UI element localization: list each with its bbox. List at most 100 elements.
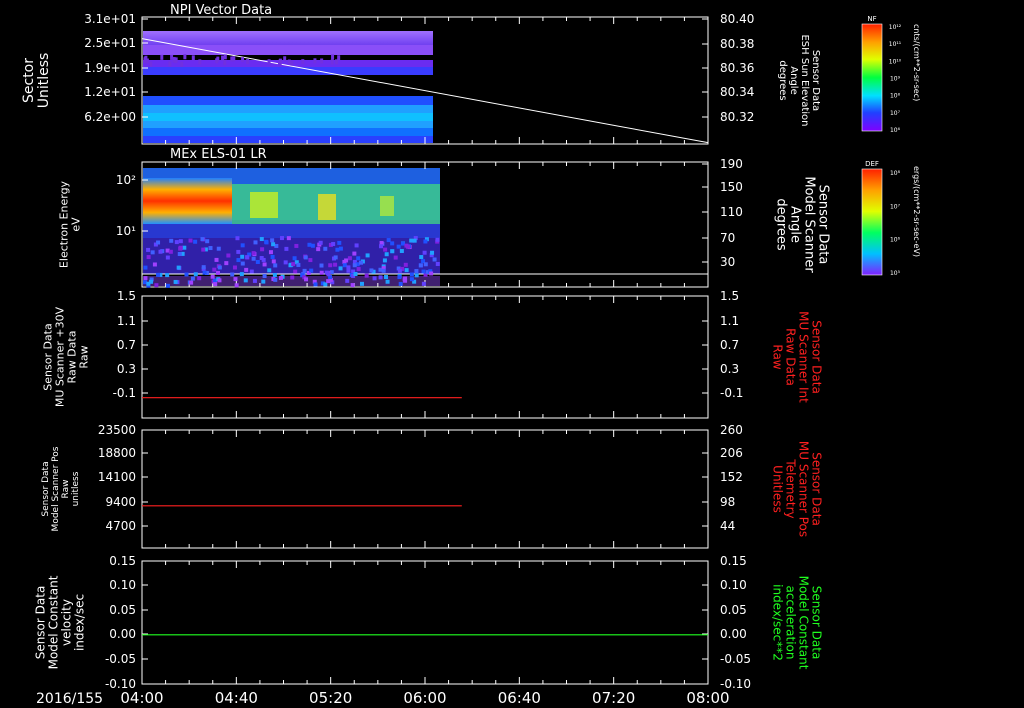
y-axis-label: Sensor Data Model Constant velocity index/s… xyxy=(34,575,87,669)
els-speckle xyxy=(356,267,361,272)
els-speckle xyxy=(412,238,417,243)
els-speckle xyxy=(384,275,389,280)
y2-tick-label: 0.7 xyxy=(720,338,739,352)
els-speckle xyxy=(313,282,318,287)
els-speckle xyxy=(414,273,419,278)
els-speckle xyxy=(262,274,267,279)
els-speckle xyxy=(178,246,183,251)
els-speckle xyxy=(158,249,163,254)
y-axis-label-line: eV xyxy=(70,217,83,232)
els-speckle xyxy=(333,262,338,267)
npi-speckle xyxy=(168,61,172,67)
els-speckle xyxy=(273,277,278,282)
y2-axis-label-line: Angle xyxy=(788,206,803,243)
els-speckle xyxy=(197,276,202,281)
els-speckle xyxy=(146,247,151,252)
y2-axis-label: Sensor DataESH Sun ElevationAngledegrees xyxy=(777,34,821,126)
npi-speckle xyxy=(267,59,271,65)
npi-colorbar-units: cnts/(cm**2-sr-sec) xyxy=(912,24,921,101)
els-speckle xyxy=(310,243,315,248)
els-speckle xyxy=(378,275,383,280)
y-tick-label: 18800 xyxy=(98,446,136,460)
els-speckle xyxy=(243,278,248,283)
colorbar-tick-label: 10⁷ xyxy=(890,203,901,210)
y2-axis-label: Sensor DataModel ScannerAngledegrees xyxy=(774,176,831,273)
y2-tick-label: 190 xyxy=(720,157,743,171)
els-speckle xyxy=(291,262,296,267)
y2-axis-label-line: MU Scanner Pos xyxy=(797,441,811,537)
els-speckle xyxy=(169,238,174,243)
els-speckle xyxy=(273,263,278,268)
y2-axis-label: Sensor DataModel Constantaccelerationind… xyxy=(771,576,824,670)
els-speckle xyxy=(342,263,347,268)
els-speckle xyxy=(234,283,239,288)
els-speckle xyxy=(293,269,298,274)
els-speckle xyxy=(165,273,170,278)
y2-tick-label: 260 xyxy=(720,423,743,437)
els-yellow-streak-1 xyxy=(250,192,278,218)
y2-tick-label: 1.5 xyxy=(720,289,739,303)
els-speckle xyxy=(307,242,312,247)
els-speckle xyxy=(143,276,148,281)
els-speckle xyxy=(261,257,266,262)
els-speckle xyxy=(245,255,250,260)
els-speckle xyxy=(259,237,264,242)
y2-tick-label: 70 xyxy=(720,231,735,245)
y-tick-label: 0.00 xyxy=(109,627,136,641)
npi-speckle xyxy=(180,61,184,67)
colorbar-tick-label: 10¹⁰ xyxy=(889,58,902,65)
els-speckle xyxy=(201,265,206,270)
time-tick-label: 07:20 xyxy=(592,689,635,707)
els-speckle xyxy=(338,266,343,271)
els-speckle xyxy=(236,249,241,254)
els-speckle xyxy=(337,240,342,245)
els-speckle xyxy=(176,265,181,270)
els-speckle xyxy=(378,244,383,249)
colorbar-tick-label: 10⁸ xyxy=(890,93,901,100)
def-colorbar: DEF 10⁸ 10⁷ 10⁶ 10⁵ ergs/(cm**2-sr-sec-eV) xyxy=(861,160,921,277)
els-speckle xyxy=(244,267,249,272)
els-speckle xyxy=(352,263,357,268)
colorbar-tick-label: 10⁷ xyxy=(890,110,901,117)
els-speckle xyxy=(333,255,338,260)
els-speckle xyxy=(382,258,387,263)
els-speckle xyxy=(435,261,440,266)
els-speckle xyxy=(404,268,409,273)
els-speckle xyxy=(356,256,361,261)
els-yellow-streak-2 xyxy=(318,194,336,220)
els-speckle xyxy=(184,272,189,277)
els-speckle xyxy=(270,238,275,243)
els-speckle xyxy=(418,263,423,268)
npi-speckle xyxy=(331,54,335,60)
els-speckle xyxy=(316,247,321,252)
npi-band-low-6 xyxy=(143,136,433,143)
els-speckle xyxy=(284,246,289,251)
y2-tick-label: 1.1 xyxy=(720,314,739,328)
time-tick-label: 06:00 xyxy=(403,689,446,707)
els-speckle xyxy=(235,236,240,241)
els-speckle xyxy=(146,281,151,286)
els-speckle xyxy=(347,256,352,261)
els-speckle xyxy=(165,255,170,260)
els-speckle xyxy=(304,277,309,282)
els-speckle xyxy=(283,260,288,265)
y-tick-label: 1.5 xyxy=(117,289,136,303)
els-speckle xyxy=(294,243,299,248)
els-speckle xyxy=(201,247,206,252)
npi-speckle xyxy=(301,59,305,65)
y2-tick-label: 80.34 xyxy=(720,85,754,99)
els-speckle xyxy=(308,258,313,263)
y2-tick-label: 0.3 xyxy=(720,362,739,376)
y2-axis-label-line: Sensor Data xyxy=(810,452,824,526)
els-speckle xyxy=(414,269,419,274)
y-axis-label-line: velocity xyxy=(60,599,74,646)
chart-canvas: 3.1e+01 2.5e+01 1.9e+01 1.2e+01 6.2e+00 80.40… xyxy=(21,3,921,707)
els-speckle xyxy=(385,279,390,284)
els-speckle xyxy=(390,249,395,254)
y-tick-label: -0.05 xyxy=(105,652,136,666)
y-tick-label: 3.1e+01 xyxy=(84,12,136,26)
y-axis-label-line: Raw xyxy=(78,345,91,368)
els-speckle xyxy=(409,272,414,277)
els-speckle xyxy=(397,268,402,273)
els-speckle xyxy=(381,268,386,273)
